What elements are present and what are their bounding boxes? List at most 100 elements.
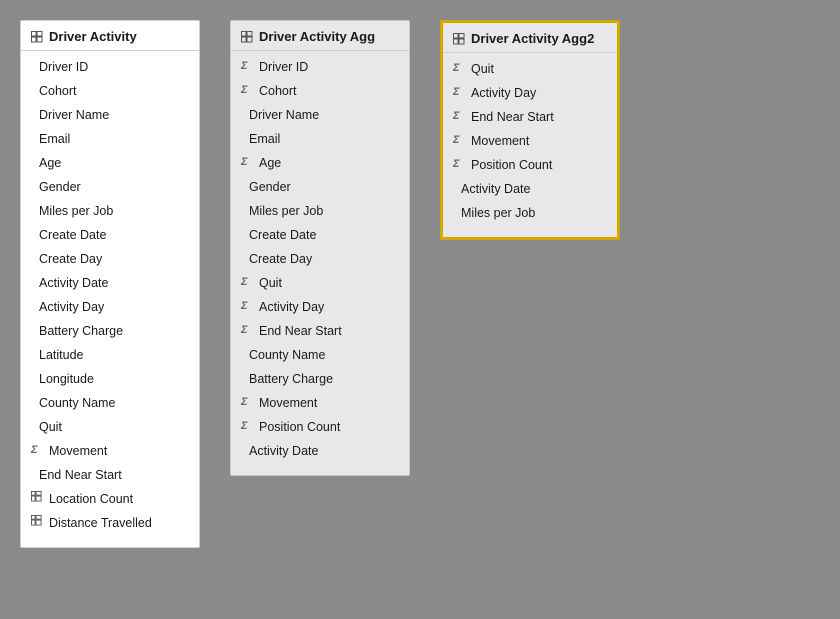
field-label: Age <box>39 153 61 173</box>
field-label: County Name <box>249 345 325 365</box>
sigma-icon: Σ <box>241 418 255 436</box>
field-label: Gender <box>249 177 291 197</box>
field-item[interactable]: Cohort <box>21 79 199 103</box>
field-item[interactable]: Gender <box>21 175 199 199</box>
field-item[interactable]: ΣEnd Near Start <box>231 319 409 343</box>
field-item[interactable]: ΣPosition Count <box>443 153 617 177</box>
field-list-driver-activity-agg: ΣDriver IDΣCohortDriver NameEmailΣAgeGen… <box>231 51 409 467</box>
field-label: Distance Travelled <box>49 513 152 533</box>
field-item[interactable]: Activity Date <box>21 271 199 295</box>
field-item[interactable]: Battery Charge <box>21 319 199 343</box>
sigma-icon: Σ <box>453 132 467 150</box>
field-item[interactable]: Driver Name <box>21 103 199 127</box>
field-label: Miles per Job <box>249 201 323 221</box>
field-item[interactable]: Longitude <box>21 367 199 391</box>
field-label: Battery Charge <box>249 369 333 389</box>
field-label: Activity Day <box>39 297 104 317</box>
field-item[interactable]: Activity Date <box>231 439 409 463</box>
field-item[interactable]: Create Day <box>231 247 409 271</box>
field-label: Age <box>259 153 281 173</box>
sigma-icon: Σ <box>453 60 467 78</box>
table-header-driver-activity: Driver Activity <box>21 21 199 51</box>
field-label: Miles per Job <box>39 201 113 221</box>
sigma-icon: Σ <box>241 274 255 292</box>
field-item[interactable]: ΣQuit <box>443 57 617 81</box>
table-card-driver-activity: Driver Activity Driver IDCohort Driver Nam… <box>20 20 200 548</box>
field-item[interactable]: ΣEnd Near Start <box>443 105 617 129</box>
field-item[interactable]: ΣActivity Day <box>231 295 409 319</box>
field-item[interactable]: Gender <box>231 175 409 199</box>
field-label: Driver Name <box>249 105 319 125</box>
sigma-icon: Σ <box>453 84 467 102</box>
field-label: Driver Name <box>39 105 109 125</box>
sigma-icon: Σ <box>241 82 255 100</box>
field-label: Create Day <box>249 249 312 269</box>
sigma-icon: Σ <box>453 156 467 174</box>
sigma-icon: Σ <box>453 108 467 126</box>
field-item[interactable]: Activity Date <box>443 177 617 201</box>
grid-icon <box>31 491 45 508</box>
table-header-driver-activity-agg2: Driver Activity Agg2 <box>443 23 617 53</box>
field-label: Create Date <box>39 225 106 245</box>
field-item[interactable]: ΣAge <box>231 151 409 175</box>
sigma-icon: Σ <box>241 154 255 172</box>
grid-icon <box>31 515 45 532</box>
field-item[interactable]: ΣCohort <box>231 79 409 103</box>
field-label: Movement <box>49 441 107 461</box>
field-label: Movement <box>259 393 317 413</box>
field-item[interactable]: Email <box>21 127 199 151</box>
table-title-driver-activity: Driver Activity <box>49 29 137 44</box>
field-label: Movement <box>471 131 529 151</box>
field-label: Activity Day <box>471 83 536 103</box>
field-item[interactable]: Miles per Job <box>21 199 199 223</box>
field-item[interactable]: Driver Name <box>231 103 409 127</box>
field-label: Latitude <box>39 345 83 365</box>
table-icon-driver-activity <box>31 31 43 43</box>
field-label: County Name <box>39 393 115 413</box>
field-item[interactable]: ΣMovement <box>231 391 409 415</box>
table-header-driver-activity-agg: Driver Activity Agg <box>231 21 409 51</box>
field-item[interactable]: Latitude <box>21 343 199 367</box>
field-list-driver-activity: Driver IDCohort Driver Name Email Age Gender… <box>21 51 199 539</box>
field-label: Email <box>249 129 280 149</box>
field-label: Gender <box>39 177 81 197</box>
field-label: Activity Day <box>259 297 324 317</box>
field-item[interactable]: County Name <box>21 391 199 415</box>
field-item[interactable]: ΣPosition Count <box>231 415 409 439</box>
field-label: End Near Start <box>39 465 122 485</box>
field-list-driver-activity-agg2: ΣQuitΣActivity DayΣEnd Near StartΣMoveme… <box>443 53 617 229</box>
table-card-driver-activity-agg2: Driver Activity Agg2ΣQuitΣActivity DayΣE… <box>440 20 620 240</box>
table-card-driver-activity-agg: Driver Activity AggΣDriver IDΣCohortDriv… <box>230 20 410 476</box>
field-label: Activity Date <box>39 273 108 293</box>
field-item[interactable]: Activity Day <box>21 295 199 319</box>
field-item[interactable]: Create Day <box>21 247 199 271</box>
field-item[interactable]: Miles per Job <box>231 199 409 223</box>
field-label: Position Count <box>259 417 340 437</box>
field-item[interactable]: Create Date <box>231 223 409 247</box>
field-item[interactable]: Battery Charge <box>231 367 409 391</box>
field-label: Activity Date <box>249 441 318 461</box>
field-item[interactable]: ΣActivity Day <box>443 81 617 105</box>
field-label: Create Date <box>249 225 316 245</box>
field-item[interactable]: Miles per Job <box>443 201 617 225</box>
field-item[interactable]: ΣQuit <box>231 271 409 295</box>
field-label: Position Count <box>471 155 552 175</box>
field-item[interactable]: Driver ID <box>21 55 199 79</box>
field-item[interactable]: County Name <box>231 343 409 367</box>
field-item[interactable]: ΣMovement <box>443 129 617 153</box>
field-item[interactable]: Quit <box>21 415 199 439</box>
field-item[interactable]: Email <box>231 127 409 151</box>
field-label: Cohort <box>39 81 77 101</box>
field-item[interactable]: Location Count <box>21 487 199 511</box>
field-item[interactable]: ΣDriver ID <box>231 55 409 79</box>
table-icon-driver-activity-agg <box>241 31 253 43</box>
field-label: Cohort <box>259 81 297 101</box>
field-label: Activity Date <box>461 179 530 199</box>
field-item[interactable]: End Near Start <box>21 463 199 487</box>
sigma-icon: Σ <box>31 442 45 460</box>
field-label: Email <box>39 129 70 149</box>
field-item[interactable]: Distance Travelled <box>21 511 199 535</box>
field-item[interactable]: Age <box>21 151 199 175</box>
field-item[interactable]: Create Date <box>21 223 199 247</box>
field-item[interactable]: ΣMovement <box>21 439 199 463</box>
